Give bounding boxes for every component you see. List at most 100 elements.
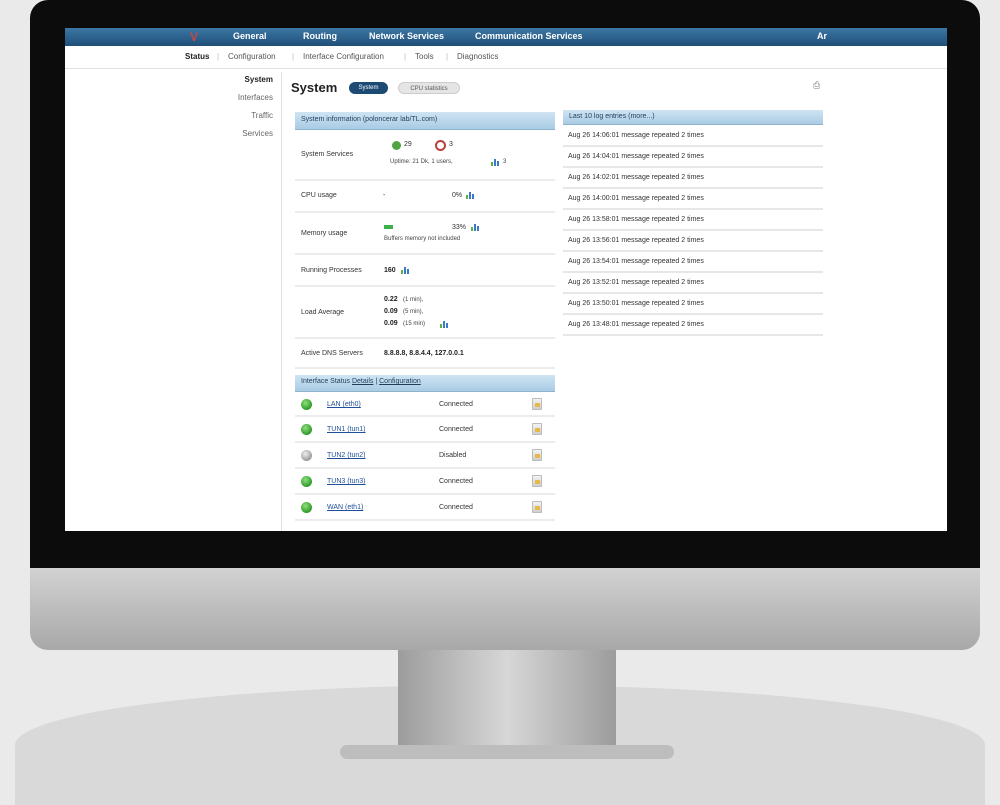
interface-status: Connected — [439, 426, 473, 433]
subnav-separator: | — [404, 52, 407, 61]
subnav-configuration[interactable]: Configuration — [228, 52, 276, 61]
dns-servers-row: Active DNS Servers 8.8.8.8, 8.8.4.4, 127… — [295, 339, 555, 369]
chart-icon[interactable] — [401, 266, 410, 274]
interface-status: Connected — [439, 478, 473, 485]
log-entry: Aug 26 14:06:01 message repeated 2 times — [563, 126, 823, 147]
monitor-chin — [30, 568, 980, 650]
log-entry: Aug 26 14:00:01 message repeated 2 times — [563, 189, 823, 210]
monitor-stand-edge — [340, 745, 674, 759]
stop-icon — [435, 140, 446, 151]
brand-logo-icon: V — [190, 30, 199, 44]
interface-link[interactable]: TUN1 (tun1) — [327, 426, 366, 433]
log-title[interactable]: Last 10 log entries (more...) — [569, 113, 655, 120]
subnav-diagnostics[interactable]: Diagnostics — [457, 52, 498, 61]
interface-status: Connected — [439, 401, 473, 408]
chart-icon[interactable] — [466, 191, 475, 199]
load-5min-suffix: (5 min), — [403, 309, 424, 315]
nav-general[interactable]: General — [233, 31, 267, 41]
log-entry-text: Aug 26 13:50:01 message repeated 2 times — [568, 300, 704, 307]
subnav-status[interactable]: Status — [185, 52, 209, 61]
sidebar-divider — [281, 72, 282, 531]
subnav-separator: | — [217, 52, 220, 61]
load-15min-value: 0.09 — [384, 320, 398, 327]
tab-cpu-statistics[interactable]: CPU statistics — [398, 82, 460, 94]
sidebar-item-services[interactable]: Services — [242, 129, 273, 138]
log-entry-text: Aug 26 13:52:01 message repeated 2 times — [568, 279, 704, 286]
log-entry: Aug 26 14:04:01 message repeated 2 times — [563, 147, 823, 168]
nav-routing[interactable]: Routing — [303, 31, 337, 41]
interface-action-icon[interactable] — [532, 398, 542, 410]
interface-action-icon[interactable] — [532, 475, 542, 487]
interface-status-header: Interface Status Details | Configuration — [295, 375, 555, 392]
interface-details-link[interactable]: Details — [352, 378, 373, 385]
interface-configuration-link[interactable]: Configuration — [379, 378, 421, 385]
top-navigation-bar: V General Routing Network Services Commu… — [65, 28, 947, 46]
monitor-stand-neck — [398, 650, 616, 750]
chart-icon[interactable] — [471, 223, 480, 231]
dns-servers-value: 8.8.8.8, 8.8.4.4, 127.0.0.1 — [384, 350, 464, 357]
load-5min-value: 0.09 — [384, 308, 398, 315]
nav-communication-services[interactable]: Communication Services — [475, 31, 583, 41]
services-stopped-count[interactable]: 3 — [449, 141, 453, 148]
memory-usage-bar — [384, 225, 393, 229]
load-average-label: Load Average — [301, 309, 345, 316]
interface-action-icon[interactable] — [532, 423, 542, 435]
interface-status: Disabled — [439, 452, 467, 459]
nav-network-services[interactable]: Network Services — [369, 31, 444, 41]
status-off-icon — [301, 450, 312, 461]
services-running-count[interactable]: 29 — [404, 141, 412, 148]
chart-icon[interactable] — [491, 158, 500, 166]
log-entry-text: Aug 26 13:54:01 message repeated 2 times — [568, 258, 704, 265]
interface-status-title: Interface Status Details | Configuration — [301, 378, 421, 385]
subnav-interface-configuration[interactable]: Interface Configuration — [303, 52, 384, 61]
status-on-icon — [301, 476, 312, 487]
subnav-separator: | — [292, 52, 295, 61]
interface-header-separator: | — [375, 378, 378, 385]
interface-row: TUN1 (tun1) Connected — [295, 417, 555, 443]
system-services-label: System Services — [301, 151, 354, 158]
load-average-row: Load Average 0.22 (1 min), 0.09 (5 min),… — [295, 287, 555, 339]
subnav-separator: | — [446, 52, 449, 61]
interface-action-icon[interactable] — [532, 501, 542, 513]
log-entry-text: Aug 26 13:48:01 message repeated 2 times — [568, 321, 704, 328]
sidebar-item-interfaces[interactable]: Interfaces — [238, 93, 273, 102]
log-entry: Aug 26 13:56:01 message repeated 2 times — [563, 231, 823, 252]
interface-row: TUN2 (tun2) Disabled — [295, 443, 555, 469]
uptime-suffix: 3 — [503, 159, 507, 165]
dns-servers-label: Active DNS Servers — [301, 350, 363, 357]
interface-action-icon[interactable] — [532, 449, 542, 461]
running-processes-row: Running Processes 160 — [295, 255, 555, 287]
cpu-usage-value: 0% — [452, 192, 463, 199]
status-on-icon — [301, 399, 312, 410]
sidebar-item-traffic[interactable]: Traffic — [251, 111, 273, 120]
interface-link[interactable]: TUN2 (tun2) — [327, 452, 366, 459]
log-entry-text: Aug 26 14:06:01 message repeated 2 times — [568, 132, 704, 139]
memory-usage-value: 33% — [452, 224, 467, 231]
log-entry: Aug 26 13:54:01 message repeated 2 times — [563, 252, 823, 273]
monitor-screen: V General Routing Network Services Commu… — [65, 28, 947, 531]
cpu-usage-bar: - — [383, 192, 386, 199]
interface-link[interactable]: TUN3 (tun3) — [327, 478, 366, 485]
status-on-icon — [301, 502, 312, 513]
chart-icon[interactable] — [440, 320, 449, 328]
check-icon — [392, 141, 401, 150]
interface-link[interactable]: LAN (eth0) — [327, 401, 361, 408]
interface-row: TUN3 (tun3) Connected — [295, 469, 555, 495]
running-processes-value: 160 — [384, 267, 396, 274]
memory-usage-label: Memory usage — [301, 230, 348, 237]
tab-system[interactable]: System — [349, 82, 388, 94]
log-entry-text: Aug 26 14:02:01 message repeated 2 times — [568, 174, 704, 181]
print-icon[interactable]: ⎙ — [813, 80, 820, 91]
memory-usage-note: Buffers memory not included — [384, 236, 461, 242]
subnav-tools[interactable]: Tools — [415, 52, 434, 61]
log-entry: Aug 26 13:52:01 message repeated 2 times — [563, 273, 823, 294]
sidebar-item-system[interactable]: System — [245, 75, 273, 84]
interface-link[interactable]: WAN (eth1) — [327, 504, 363, 511]
interface-row: WAN (eth1) Connected — [295, 495, 555, 521]
system-info-title: System information (poloncerar lab/TL.co… — [301, 116, 438, 123]
uptime-text: Uptime: 21 Dk, 1 users, — [390, 159, 453, 165]
log-entry-text: Aug 26 13:56:01 message repeated 2 times — [568, 237, 704, 244]
user-menu[interactable]: Ar — [817, 31, 827, 41]
interface-status: Connected — [439, 504, 473, 511]
interface-row: LAN (eth0) Connected — [295, 393, 555, 417]
